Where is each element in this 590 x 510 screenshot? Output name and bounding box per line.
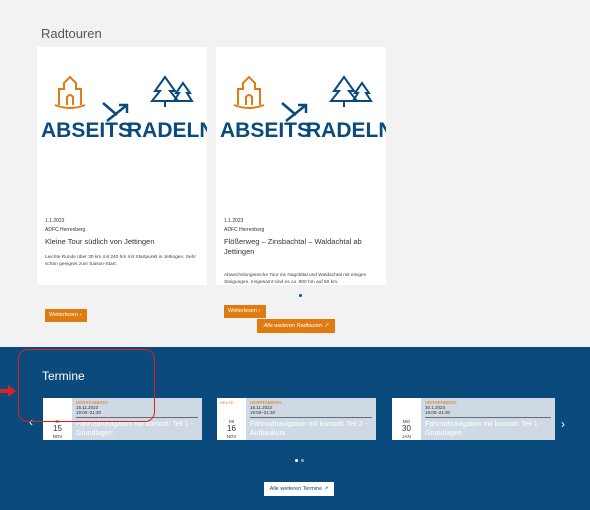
logo-text-right: RADELN (306, 119, 386, 142)
all-tours-button[interactable]: Alle weiteren Radtouren ↗ (257, 319, 335, 333)
event-day: 30 (402, 424, 411, 433)
abseits-radeln-logo: ABSEITS RADELN (220, 75, 386, 142)
carousel-dot[interactable] (299, 294, 302, 297)
tour-card[interactable]: ABSEITS RADELN 1.1.2023 ADFC Herrenberg … (216, 47, 386, 318)
read-more-label: Weiterlesen (49, 312, 78, 318)
today-label: HEUTE (220, 400, 234, 405)
tour-title[interactable]: Kleine Tour südlich von Jettingen (45, 237, 203, 247)
read-more-button[interactable]: Weiterlesen › (45, 309, 87, 322)
all-events-button[interactable]: Alle weiteren Termine ↗ (264, 482, 334, 496)
event-card[interactable]: HEUTE MI 16 NOV HERRENBERG 16.11.2022 19… (217, 398, 376, 440)
logo-text-left: ABSEITS (41, 119, 132, 142)
event-day: 15 (53, 424, 62, 433)
external-link-icon: ↗ (323, 486, 329, 492)
chevron-right-icon: › (79, 312, 82, 318)
event-month: NOV (226, 434, 237, 439)
chevron-right-icon: › (258, 308, 261, 314)
event-title[interactable]: Fahrradnavigation mit komoot: Teil 1 - G… (425, 421, 550, 438)
event-month: NOV (52, 434, 63, 439)
read-more-button[interactable]: Weiterlesen › (224, 305, 266, 318)
tour-card[interactable]: ABSEITS RADELN 1.1.2023 ADFC Herrenberg … (37, 47, 207, 322)
event-card[interactable]: MO 30 JAN HERRENBERG 30.1.2023 19:00–21:… (392, 398, 555, 440)
event-title[interactable]: Fahrradnavigation mit komoot: Teil 1 - G… (76, 421, 201, 438)
tour-org: ADFC Herrenberg (45, 227, 86, 233)
carousel-next-button[interactable]: › (561, 418, 565, 430)
divider (425, 417, 551, 418)
abseits-radeln-logo: ABSEITS RADELN (41, 75, 207, 142)
event-datebox: HEUTE MI 16 NOV (217, 398, 246, 440)
tour-org: ADFC Herrenberg (224, 227, 265, 233)
event-time: 19:00–21:30 (250, 410, 276, 415)
arrow-right-icon (0, 385, 16, 397)
tour-description: Leichte Runde über 30 km mit 240 hm mit … (45, 255, 196, 267)
all-events-label: Alle weiteren Termine (269, 486, 323, 492)
tour-description: Abwechslungsreiche Tour ins Nagoldtal un… (224, 273, 367, 285)
read-more-label: Weiterlesen (228, 308, 257, 314)
event-month: JAN (402, 434, 411, 439)
event-time: 19:00–21:30 (425, 410, 451, 415)
highlight-box (18, 349, 155, 422)
all-tours-label: Alle weiteren Radtouren (263, 323, 323, 329)
tour-title[interactable]: Flößerweg – Zinsbachtal – Waldachtal ab … (224, 237, 382, 257)
divider (250, 417, 372, 418)
carousel-dot[interactable] (301, 459, 304, 462)
event-datebox: MO 30 JAN (392, 398, 421, 440)
logo-text-left: ABSEITS (220, 119, 311, 142)
event-title[interactable]: Fahrradnavigation mit komoot: Teil 2 - A… (250, 421, 375, 438)
tour-date: 1.1.2023 (45, 218, 65, 224)
carousel-dot-active[interactable] (295, 459, 298, 462)
event-day: 16 (227, 424, 236, 433)
external-link-icon: ↗ (323, 323, 329, 329)
tours-section: Radtouren ABSEITS RADELN 1.1.2023 ADFC H… (0, 0, 590, 347)
tours-heading: Radtouren (41, 26, 102, 41)
logo-text-right: RADELN (127, 119, 207, 142)
tour-date: 1.1.2023 (224, 218, 244, 224)
